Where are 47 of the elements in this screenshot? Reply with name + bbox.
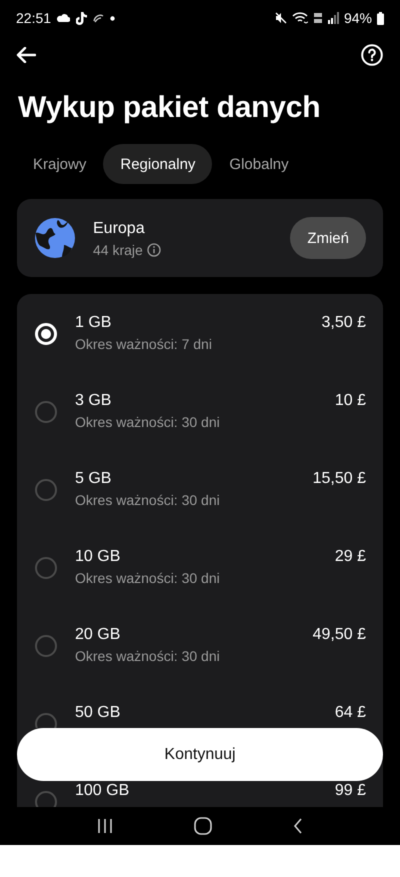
globe-icon bbox=[34, 217, 76, 259]
muted-speaker-icon bbox=[274, 12, 287, 24]
data-amount: 1 GB bbox=[75, 313, 112, 333]
validity-period: Okres ważności: 30 dni bbox=[75, 647, 220, 666]
radio-button[interactable] bbox=[35, 479, 57, 501]
tab[interactable]: Globalny bbox=[212, 144, 306, 184]
continue-button[interactable]: Kontynuuj bbox=[17, 728, 383, 781]
validity-period: Okres ważności: 7 dni bbox=[75, 335, 212, 354]
data-amount: 3 GB bbox=[75, 391, 112, 411]
radio-button[interactable] bbox=[35, 557, 57, 579]
region-name: Europa bbox=[93, 218, 146, 238]
data-amount: 20 GB bbox=[75, 625, 122, 645]
help-button[interactable] bbox=[361, 44, 383, 68]
signal-icon bbox=[328, 12, 339, 24]
validity-period: Okres ważności: 30 dni bbox=[75, 413, 220, 432]
dot-icon bbox=[110, 16, 116, 20]
plan-price: 99 £ bbox=[334, 781, 366, 801]
cloud-icon bbox=[57, 14, 70, 22]
back-button[interactable] bbox=[16, 46, 36, 66]
validity-period: Okres ważności: 30 dni bbox=[75, 491, 220, 510]
data-amount: 5 GB bbox=[75, 469, 112, 489]
country-count: 44 kraje bbox=[93, 242, 143, 258]
data-amount: 10 GB bbox=[75, 547, 122, 567]
wifi-icon bbox=[292, 12, 308, 24]
battery-percent: 94% bbox=[344, 10, 372, 26]
radio-button[interactable] bbox=[35, 401, 57, 423]
home-icon[interactable] bbox=[194, 817, 212, 835]
status-time: 22:51 bbox=[16, 10, 52, 26]
tab[interactable]: Krajowy bbox=[16, 144, 104, 184]
page-title: Wykup pakiet danych bbox=[18, 90, 320, 126]
plan-price: 3,50 £ bbox=[322, 313, 366, 333]
battery-icon bbox=[377, 12, 384, 24]
plan-price: 29 £ bbox=[334, 547, 366, 567]
plan-price: 64 £ bbox=[334, 703, 366, 723]
change-button[interactable]: Zmień bbox=[290, 217, 366, 259]
music-note-icon bbox=[76, 12, 88, 24]
back-nav-icon[interactable] bbox=[293, 818, 304, 834]
plan-price: 49,50 £ bbox=[312, 625, 366, 645]
info-icon[interactable] bbox=[146, 242, 161, 256]
data-amount: 100 GB bbox=[75, 781, 130, 801]
plan-price: 15,50 £ bbox=[312, 469, 366, 489]
recent-apps-icon[interactable] bbox=[96, 818, 113, 834]
tab[interactable]: Regionalny bbox=[103, 144, 212, 184]
data-amount: 50 GB bbox=[75, 703, 120, 723]
validity-period: Okres ważności: 30 dni bbox=[75, 569, 220, 588]
plan-price: 10 £ bbox=[334, 391, 366, 411]
radio-button[interactable] bbox=[35, 635, 57, 657]
